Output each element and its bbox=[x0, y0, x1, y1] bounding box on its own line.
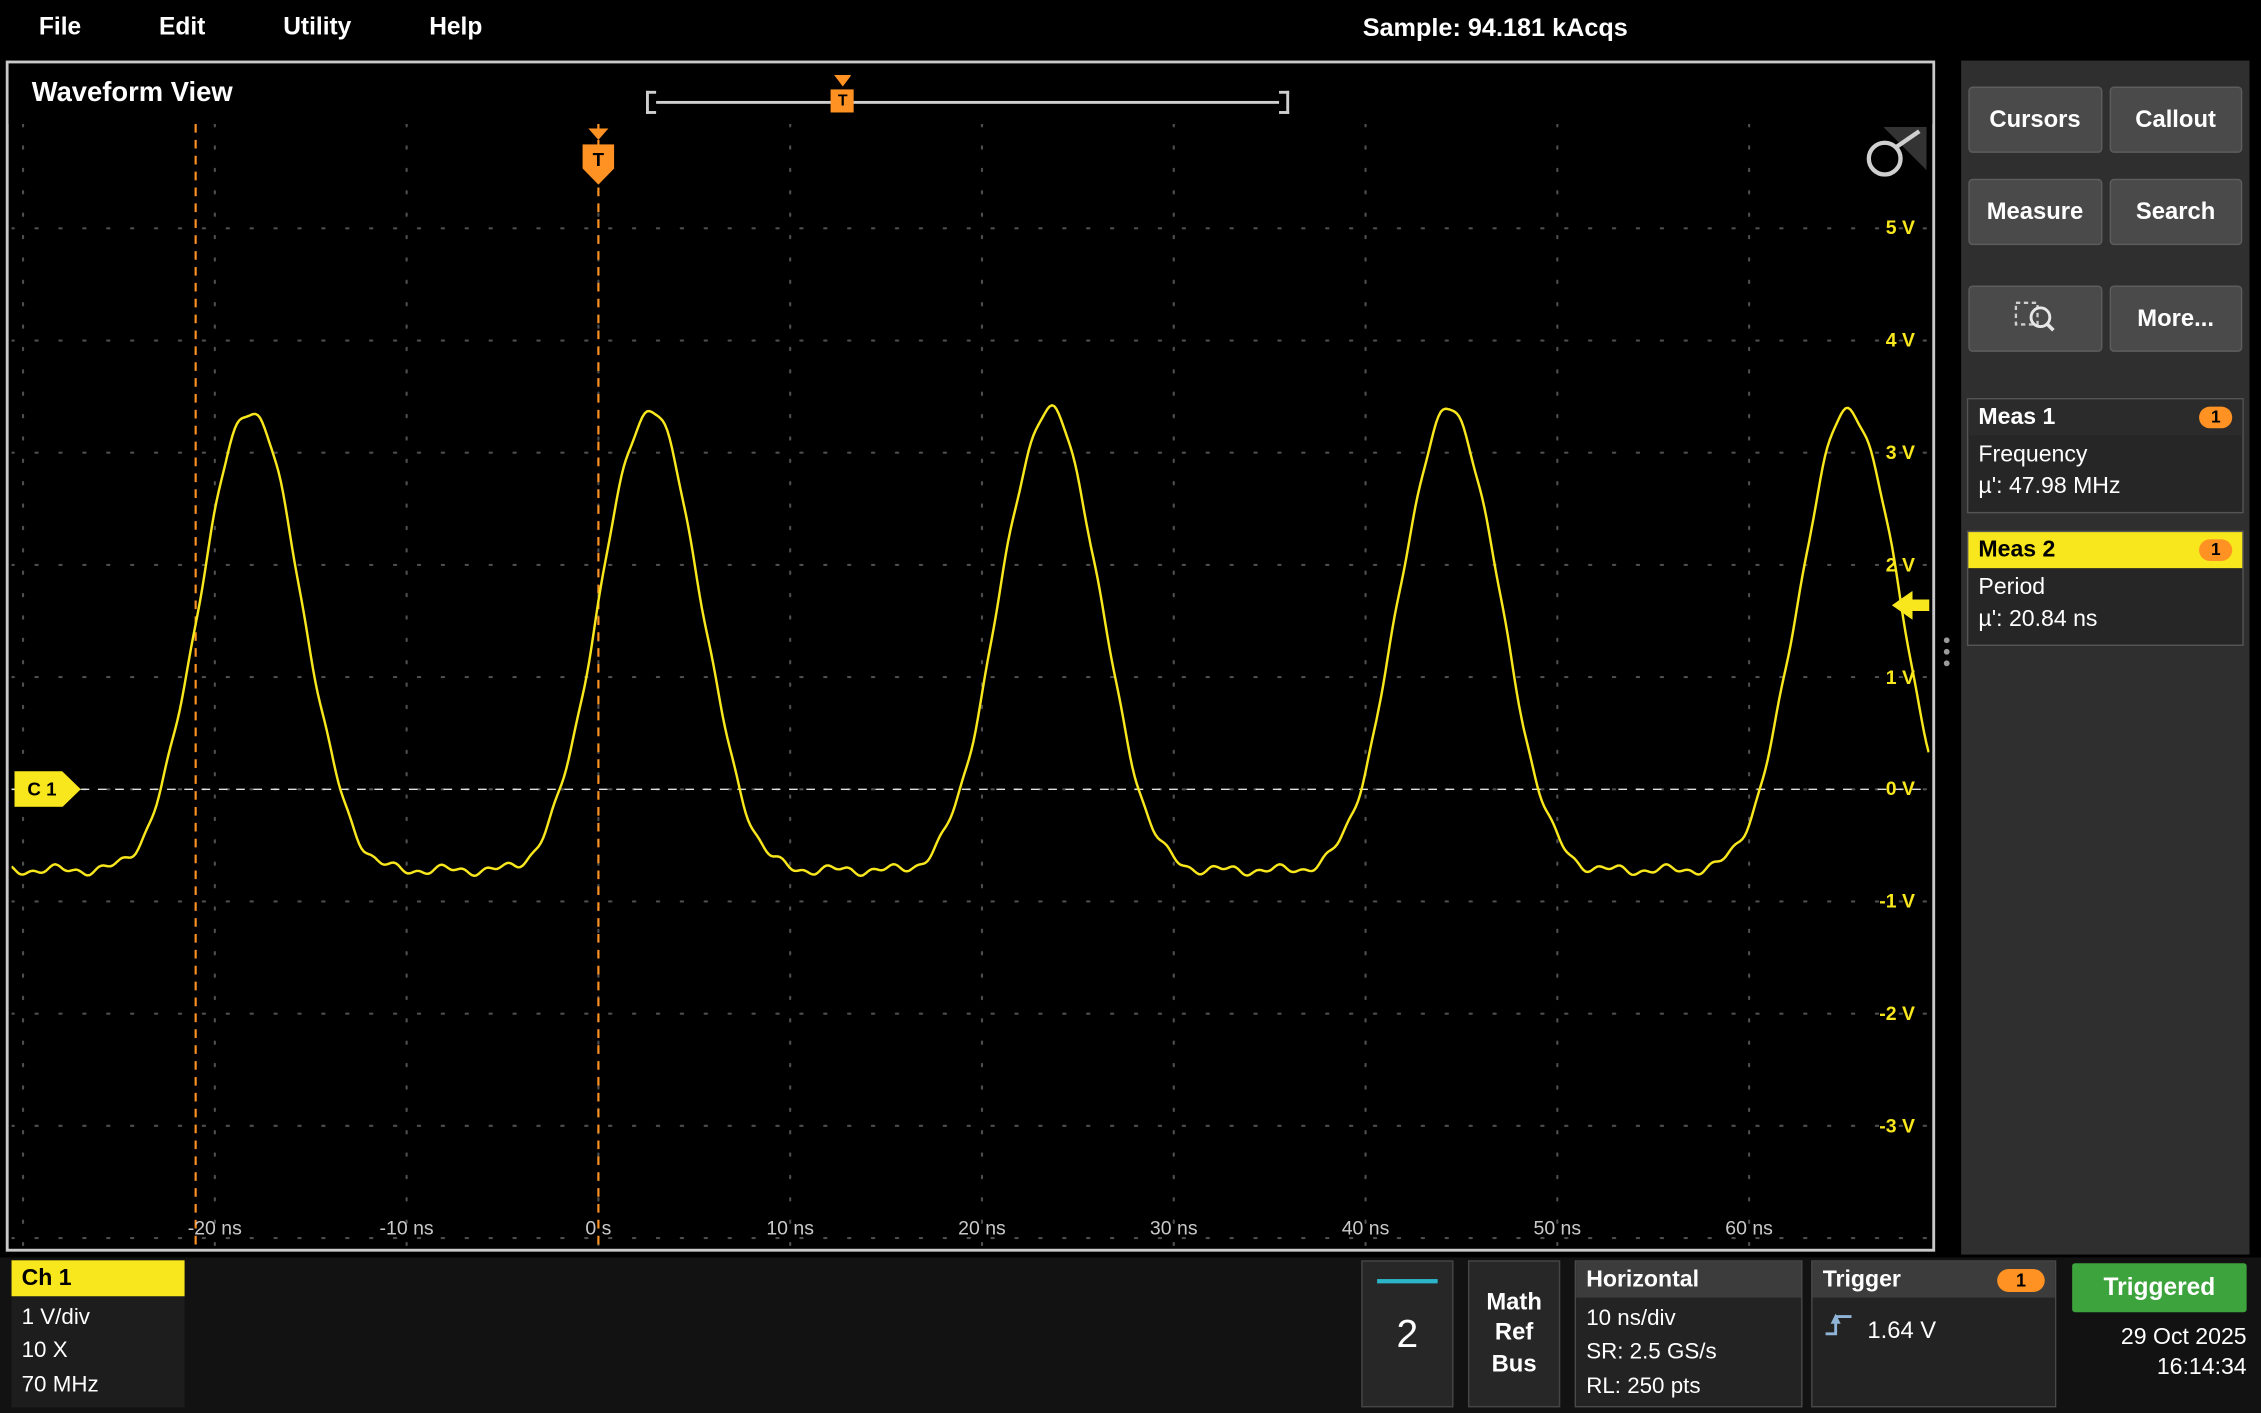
meas2-title: Meas 2 bbox=[1978, 537, 2055, 563]
channel1-bandwidth: 70 MHz bbox=[22, 1368, 175, 1402]
horizontal-scale: 10 ns/div bbox=[1586, 1302, 1791, 1336]
horizontal-badge[interactable]: Horizontal 10 ns/div SR: 2.5 GS/s RL: 25… bbox=[1575, 1260, 1803, 1407]
panel-splitter-handle[interactable] bbox=[1941, 637, 1953, 666]
trigger-level-value: 1.64 V bbox=[1867, 1313, 1936, 1349]
channel2-label: 2 bbox=[1397, 1312, 1419, 1357]
meas2-body: Period µ': 20.84 ns bbox=[1968, 568, 2242, 645]
right-panel-buttons: Cursors Callout Measure Search bbox=[1961, 61, 2249, 246]
right-panel-buttons-2: More... bbox=[1961, 245, 2249, 352]
channel1-probe: 10 X bbox=[22, 1334, 175, 1368]
date-label: 29 Oct 2025 bbox=[2072, 1324, 2246, 1354]
channel1-badge[interactable]: Ch 1 1 V/div 10 X 70 MHz bbox=[12, 1260, 185, 1407]
channel2-button[interactable]: 2 bbox=[1361, 1260, 1453, 1407]
measure-button[interactable]: Measure bbox=[1968, 179, 2101, 245]
datetime: 29 Oct 2025 16:14:34 bbox=[2072, 1324, 2246, 1384]
time-label: 16:14:34 bbox=[2072, 1354, 2246, 1384]
search-button[interactable]: Search bbox=[2109, 179, 2242, 245]
menu-file[interactable]: File bbox=[0, 13, 120, 42]
trigger-source-badge: 1 bbox=[1997, 1268, 2045, 1291]
horizontal-settings: 10 ns/div SR: 2.5 GS/s RL: 250 pts bbox=[1576, 1298, 1801, 1406]
record-position-bar[interactable]: T bbox=[646, 75, 1289, 118]
channel1-title: Ch 1 bbox=[12, 1260, 185, 1296]
horizontal-sample-rate: SR: 2.5 GS/s bbox=[1586, 1336, 1791, 1370]
rising-edge-icon bbox=[1823, 1311, 1855, 1351]
meas2-value: µ': 20.84 ns bbox=[1978, 604, 2232, 635]
horizontal-record-length: RL: 250 pts bbox=[1586, 1369, 1791, 1403]
waveform-view-panel: Waveform View T 5 V4 V3 V2 V1 V0 V-1 V-2… bbox=[6, 61, 1935, 1252]
waveform-plot bbox=[12, 124, 1930, 1246]
right-panel: Cursors Callout Measure Search More... bbox=[1961, 61, 2249, 1255]
meas1-body: Frequency µ': 47.98 MHz bbox=[1968, 435, 2242, 512]
record-bar-right-bracket bbox=[1279, 91, 1289, 114]
zoom-mode-button[interactable] bbox=[1968, 286, 2101, 352]
meas1-name: Frequency bbox=[1978, 440, 2232, 471]
trigger-t-icon: T bbox=[831, 89, 854, 112]
bottom-bar: Ch 1 1 V/div 10 X 70 MHz 2 Math Ref Bus … bbox=[0, 1257, 2261, 1413]
trigger-settings: 1.64 V bbox=[1813, 1298, 2055, 1406]
meas1-value: µ': 47.98 MHz bbox=[1978, 471, 2232, 502]
graticule-zoom-icon[interactable] bbox=[1860, 127, 1926, 188]
waveform-view-title: Waveform View bbox=[32, 78, 233, 110]
math-ref-bus-button[interactable]: Math Ref Bus bbox=[1468, 1260, 1560, 1407]
meas1-source-badge: 1 bbox=[2200, 407, 2233, 429]
measurement-badge-2[interactable]: Meas 2 1 Period µ': 20.84 ns bbox=[1967, 531, 2244, 647]
channel2-color-line bbox=[1377, 1279, 1438, 1283]
callout-button[interactable]: Callout bbox=[2109, 87, 2242, 153]
menu-edit[interactable]: Edit bbox=[120, 13, 244, 42]
trigger-title: Trigger bbox=[1823, 1267, 1901, 1293]
meas2-source-badge: 1 bbox=[2200, 540, 2233, 562]
screen: File Edit Utility Help Sample: 94.181 kA… bbox=[0, 0, 2261, 1413]
trigger-header: Trigger 1 bbox=[1813, 1262, 2055, 1298]
meas2-header: Meas 2 1 bbox=[1968, 532, 2242, 568]
menu-bar: File Edit Utility Help Sample: 94.181 kA… bbox=[0, 0, 2261, 55]
trigger-badge[interactable]: Trigger 1 1.64 V bbox=[1811, 1260, 2056, 1407]
cursors-button[interactable]: Cursors bbox=[1968, 87, 2101, 153]
measurement-list: Meas 1 1 Frequency µ': 47.98 MHz Meas 2 … bbox=[1961, 398, 2249, 647]
acquisition-status: Triggered 29 Oct 2025 16:14:34 bbox=[2072, 1263, 2246, 1384]
ref-label: Ref bbox=[1495, 1318, 1533, 1349]
trigger-triangle-icon bbox=[834, 75, 851, 87]
zoom-select-icon bbox=[2013, 296, 2056, 341]
record-bar-left-bracket bbox=[646, 91, 656, 114]
bus-label: Bus bbox=[1492, 1349, 1537, 1380]
more-button[interactable]: More... bbox=[2109, 286, 2242, 352]
waveform-view-header: Waveform View T bbox=[9, 63, 1933, 124]
channel1-settings: 1 V/div 10 X 70 MHz bbox=[12, 1296, 185, 1407]
triggered-indicator: Triggered bbox=[2072, 1263, 2246, 1312]
horizontal-title: Horizontal bbox=[1586, 1267, 1699, 1293]
graticule[interactable]: 5 V4 V3 V2 V1 V0 V-1 V-2 V-3 V -20 ns-10… bbox=[12, 124, 1930, 1246]
record-bar-line bbox=[656, 101, 1279, 104]
channel1-scale: 1 V/div bbox=[22, 1301, 175, 1335]
corner-shade bbox=[1883, 127, 1926, 170]
meas1-title: Meas 1 bbox=[1978, 404, 2055, 430]
math-label: Math bbox=[1486, 1287, 1542, 1318]
horizontal-header: Horizontal bbox=[1576, 1262, 1801, 1298]
menu-utility[interactable]: Utility bbox=[244, 13, 390, 42]
oscilloscope-app: File Edit Utility Help Sample: 94.181 kA… bbox=[0, 0, 2261, 1413]
sample-status: Sample: 94.181 kAcqs bbox=[1363, 0, 1628, 55]
menu-help[interactable]: Help bbox=[390, 13, 521, 42]
measurement-badge-1[interactable]: Meas 1 1 Frequency µ': 47.98 MHz bbox=[1967, 398, 2244, 514]
meas1-header: Meas 1 1 bbox=[1968, 399, 2242, 435]
meas2-name: Period bbox=[1978, 573, 2232, 604]
